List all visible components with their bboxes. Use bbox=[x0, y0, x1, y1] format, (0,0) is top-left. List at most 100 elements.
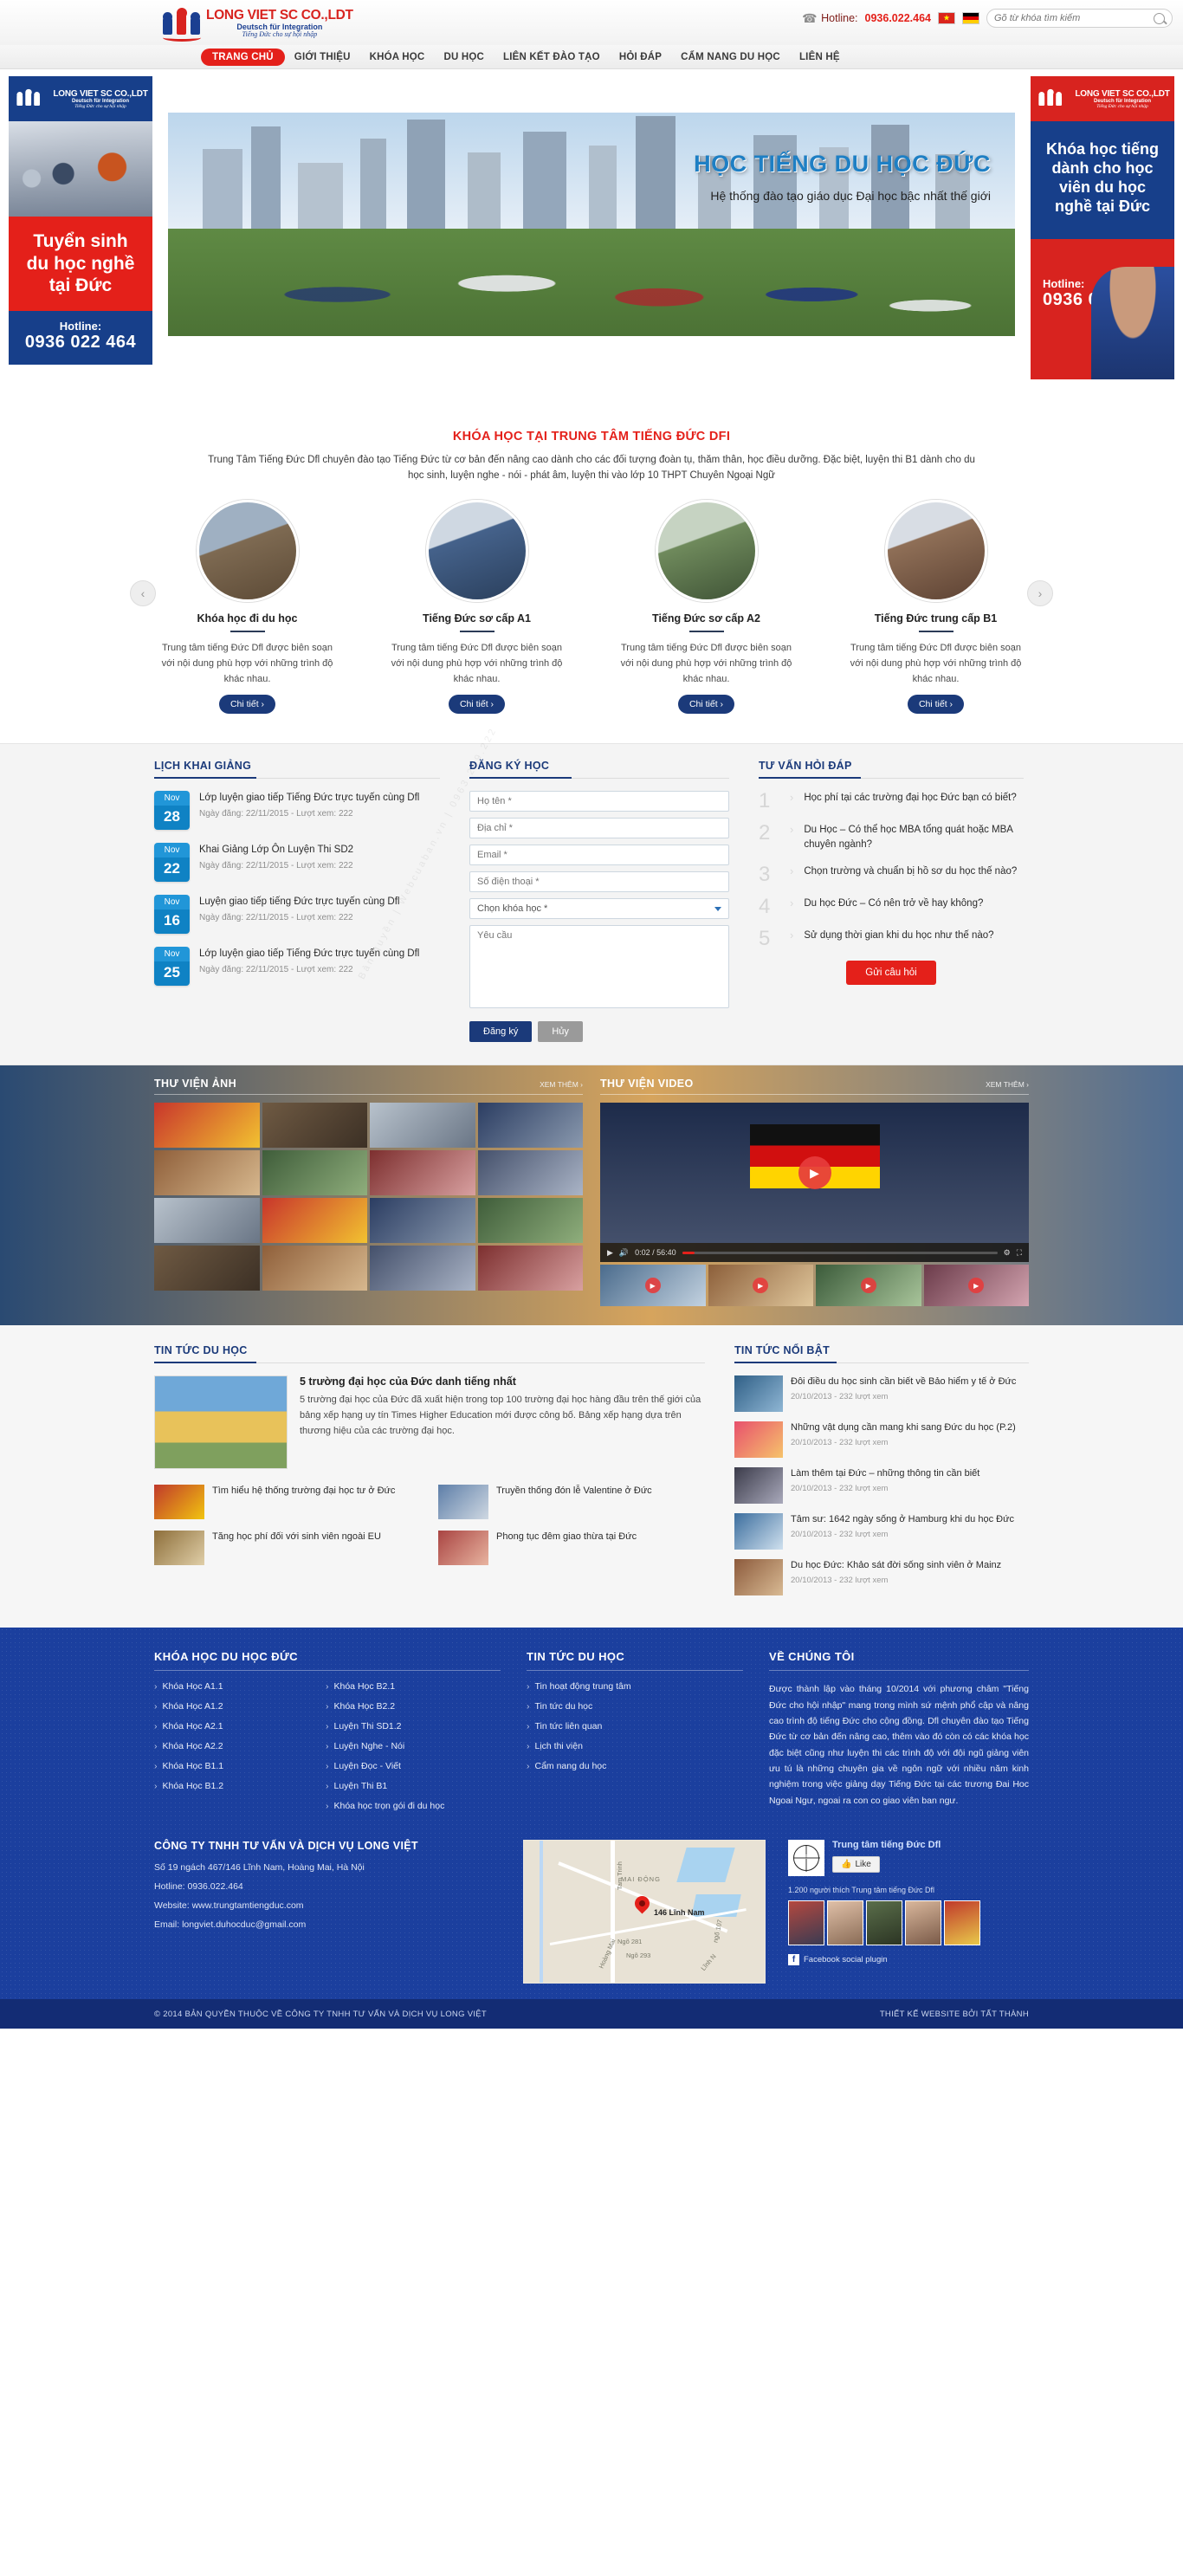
news-feature[interactable]: 5 trường đại học của Đức danh tiếng nhất… bbox=[154, 1375, 705, 1470]
schedule-item[interactable]: Nov 28 Lớp luyện giao tiếp Tiếng Đức trự… bbox=[154, 791, 440, 831]
fullname-field[interactable] bbox=[469, 791, 729, 812]
nav-item-trang-chu[interactable]: TRANG CHỦ bbox=[201, 48, 285, 66]
news-small-title[interactable]: Tăng học phí đối với sinh viên ngoài EU bbox=[212, 1531, 381, 1565]
hot-news-item[interactable]: Đôi điều du học sinh cần biết về Bảo hiể… bbox=[734, 1375, 1029, 1413]
faq-question[interactable]: Sử dụng thời gian khi du học như thế nào… bbox=[804, 929, 993, 943]
hot-news-item-title[interactable]: Những vật dụng cần mang khi sang Đức du … bbox=[791, 1421, 1016, 1435]
footer-link[interactable]: Tin tức du học bbox=[527, 1701, 743, 1712]
hot-news-item-title[interactable]: Làm thêm tại Đức – những thông tin cần b… bbox=[791, 1467, 979, 1481]
footer-link[interactable]: Luyện Thi B1 bbox=[326, 1781, 444, 1791]
video-thumb[interactable]: ▶ bbox=[708, 1265, 813, 1307]
footer-link[interactable]: Khóa Học B2.2 bbox=[326, 1701, 444, 1712]
hot-news-item-title[interactable]: Đôi điều du học sinh cần biết về Bảo hiể… bbox=[791, 1375, 1016, 1389]
search-icon[interactable] bbox=[1154, 12, 1165, 24]
facebook-page-name[interactable]: Trung tâm tiếng Đức Dfl bbox=[832, 1840, 941, 1850]
play-icon[interactable]: ▶ bbox=[607, 1248, 613, 1258]
video-player[interactable]: ▶ bbox=[600, 1103, 1029, 1244]
news-small-item[interactable]: Tăng học phí đối với sinh viên ngoài EU bbox=[154, 1531, 421, 1566]
news-small-item[interactable]: Phong tục đêm giao thừa tại Đức bbox=[438, 1531, 705, 1566]
course-card[interactable]: Khóa học đi du học Trung tâm tiếng Đức D… bbox=[154, 499, 340, 715]
fullscreen-icon[interactable]: ⛶ bbox=[1017, 1248, 1022, 1258]
hot-news-item[interactable]: Du học Đức: Khảo sát đời sống sinh viên … bbox=[734, 1559, 1029, 1596]
flag-germany-icon[interactable] bbox=[962, 12, 979, 24]
schedule-item-title[interactable]: Luyện giao tiếp tiếng Đức trực tuyến cùn… bbox=[199, 895, 399, 909]
footer-link[interactable]: Khóa Học B1.1 bbox=[154, 1761, 301, 1771]
footer-link[interactable]: Khóa Học A2.1 bbox=[154, 1721, 301, 1731]
photo-thumb[interactable] bbox=[154, 1150, 260, 1196]
footer-link[interactable]: Luyện Đọc - Viết bbox=[326, 1761, 444, 1771]
footer-link[interactable]: Cẩm nang du học bbox=[527, 1761, 743, 1771]
request-textarea[interactable] bbox=[469, 925, 729, 1009]
hot-news-item[interactable]: Làm thêm tại Đức – những thông tin cần b… bbox=[734, 1467, 1029, 1505]
video-thumb[interactable]: ▶ bbox=[923, 1265, 1029, 1307]
course-card[interactable]: Tiếng Đức sơ cấp A2 Trung tâm tiếng Đức … bbox=[613, 499, 799, 715]
news-small-title[interactable]: Phong tục đêm giao thừa tại Đức bbox=[496, 1531, 637, 1565]
footer-link[interactable]: Khóa Học A1.2 bbox=[154, 1701, 301, 1712]
footer-email[interactable]: Email: longviet.duhocduc@gmail.com bbox=[154, 1919, 501, 1930]
nav-item-hoi-dap[interactable]: HỎI ĐÁP bbox=[610, 49, 671, 66]
photo-thumb[interactable] bbox=[154, 1103, 260, 1149]
footer-link[interactable]: Khóa Học A2.2 bbox=[154, 1741, 301, 1751]
news-small-title[interactable]: Truyền thống đón lễ Valentine ở Đức bbox=[496, 1485, 652, 1519]
course-select[interactable]: Chọn khóa học * bbox=[469, 898, 729, 920]
phone-field[interactable] bbox=[469, 871, 729, 893]
search-box[interactable] bbox=[986, 9, 1173, 28]
side-banner-left[interactable]: LONG VIET SC CO.,LDT Deutsch für Integra… bbox=[9, 76, 152, 414]
nav-item-lien-ket-dao-tao[interactable]: LIÊN KẾT ĐÀO TẠO bbox=[494, 49, 610, 66]
photo-thumb[interactable] bbox=[477, 1103, 583, 1149]
avatar[interactable] bbox=[905, 1900, 941, 1946]
address-field[interactable] bbox=[469, 818, 729, 839]
footer-link[interactable]: Luyện Nghe - Nói bbox=[326, 1741, 444, 1751]
nav-item-khoa-hoc[interactable]: KHÓA HỌC bbox=[360, 49, 435, 66]
footer-link[interactable]: Tin tức liên quan bbox=[527, 1721, 743, 1731]
photo-thumb[interactable] bbox=[477, 1246, 583, 1291]
footer-link[interactable]: Khóa học trọn gói đi du học bbox=[326, 1801, 445, 1811]
register-submit-button[interactable]: Đăng ký bbox=[469, 1021, 533, 1043]
schedule-item[interactable]: Nov 22 Khai Giảng Lớp Ôn Luyện Thi SD2 N… bbox=[154, 843, 440, 883]
video-thumb[interactable]: ▶ bbox=[600, 1265, 706, 1307]
volume-icon[interactable]: 🔊 bbox=[619, 1248, 629, 1258]
footer-link[interactable]: Luyện Thi SD1.2 bbox=[326, 1721, 444, 1731]
play-icon[interactable]: ▶ bbox=[860, 1278, 876, 1294]
photo-thumb[interactable] bbox=[370, 1198, 475, 1244]
hotline-number[interactable]: 0936.022.464 bbox=[865, 12, 931, 24]
footer-hotline[interactable]: Hotline: 0936.022.464 bbox=[154, 1881, 501, 1892]
avatar[interactable] bbox=[944, 1900, 980, 1946]
hot-news-item-title[interactable]: Tâm sư: 1642 ngày sống ở Hamburg khi du … bbox=[791, 1513, 1014, 1527]
site-logo[interactable]: LONG VIET SC CO.,LDT Deutsch für Integra… bbox=[161, 3, 353, 43]
faq-item[interactable]: 1 › Học phí tại các trường đại học Đức b… bbox=[759, 791, 1024, 812]
footer-map[interactable]: MAI ĐỘNG Tam Trinh Ngõ 281 Ngõ 293 Hoàng… bbox=[523, 1840, 766, 1984]
faq-question[interactable]: Học phí tại các trường đại học Đức bạn c… bbox=[804, 791, 1016, 806]
photo-thumb[interactable] bbox=[262, 1246, 367, 1291]
schedule-item-title[interactable]: Lớp luyện giao tiếp Tiếng Đức trực tuyến… bbox=[199, 947, 419, 961]
photo-thumb[interactable] bbox=[262, 1103, 367, 1149]
schedule-item-title[interactable]: Khai Giảng Lớp Ôn Luyện Thi SD2 bbox=[199, 843, 353, 858]
course-detail-button[interactable]: Chi tiết › bbox=[218, 695, 276, 715]
photo-thumb[interactable] bbox=[370, 1103, 475, 1149]
footer-link[interactable]: Khóa Học A1.1 bbox=[154, 1681, 301, 1692]
faq-question[interactable]: Du học Đức – Có nên trở về hay không? bbox=[804, 896, 983, 911]
footer-website[interactable]: Website: www.trungtamtiengduc.com bbox=[154, 1900, 501, 1911]
video-library-more-link[interactable]: XEM THÊM › bbox=[986, 1080, 1029, 1089]
play-icon[interactable]: ▶ bbox=[644, 1278, 661, 1294]
courses-next-icon[interactable]: › bbox=[1027, 580, 1053, 606]
search-input[interactable] bbox=[994, 13, 1154, 23]
avatar[interactable] bbox=[866, 1900, 902, 1946]
video-controls[interactable]: ▶ 🔊 0:02 / 56:40 ⚙ ⛶ bbox=[600, 1243, 1029, 1263]
photo-thumb[interactable] bbox=[370, 1150, 475, 1196]
footer-link[interactable]: Tin hoạt động trung tâm bbox=[527, 1681, 743, 1692]
photo-thumb[interactable] bbox=[477, 1198, 583, 1244]
course-detail-button[interactable]: Chi tiết › bbox=[677, 695, 735, 715]
faq-question[interactable]: Chọn trường và chuẩn bị hồ sơ du học thế… bbox=[804, 864, 1017, 879]
news-feature-headline[interactable]: 5 trường đại học của Đức danh tiếng nhất bbox=[300, 1375, 705, 1388]
course-detail-button[interactable]: Chi tiết › bbox=[448, 695, 506, 715]
hot-news-item[interactable]: Những vật dụng cần mang khi sang Đức du … bbox=[734, 1421, 1029, 1459]
nav-item-gioi-thieu[interactable]: GIỚI THIỆU bbox=[285, 49, 360, 66]
register-cancel-button[interactable]: Hủy bbox=[538, 1021, 583, 1043]
email-field[interactable] bbox=[469, 845, 729, 866]
course-card[interactable]: Tiếng Đức trung cấp B1 Trung tâm tiếng Đ… bbox=[843, 499, 1029, 715]
nav-item-du-hoc[interactable]: DU HỌC bbox=[434, 49, 494, 66]
side-banner-right[interactable]: LONG VIET SC CO.,LDT Deutsch für Integra… bbox=[1031, 76, 1174, 414]
ask-question-button[interactable]: Gửi câu hỏi bbox=[846, 960, 936, 985]
photo-thumb[interactable] bbox=[477, 1150, 583, 1196]
